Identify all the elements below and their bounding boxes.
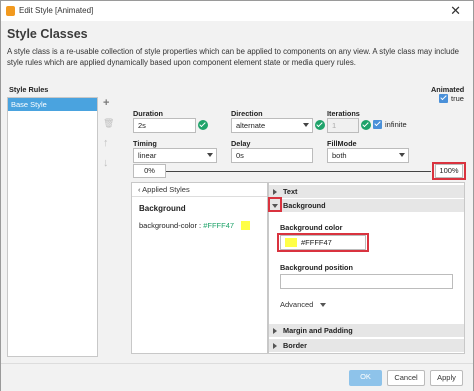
applied-property-name: background-color : [139, 221, 202, 230]
bg-position-label: Background position [280, 263, 353, 272]
iterations-label: Iterations [327, 109, 360, 118]
close-icon[interactable]: ✕ [450, 3, 461, 19]
section-border-label: Border [283, 341, 307, 350]
fillmode-label: FillMode [327, 139, 357, 148]
chevron-right-icon [273, 189, 277, 195]
app-icon [6, 6, 15, 16]
style-rules-label: Style Rules [9, 85, 49, 94]
animated-value: true [451, 94, 464, 103]
direction-label: Direction [231, 109, 263, 118]
section-border[interactable]: Border [269, 339, 464, 352]
applied-section-title: Background [139, 204, 186, 213]
list-item[interactable]: Base Style [8, 98, 97, 111]
chevron-down-icon [303, 123, 309, 127]
section-background[interactable]: Background [269, 199, 464, 212]
section-margin-padding[interactable]: Margin and Padding [269, 324, 464, 337]
bg-position-field[interactable] [280, 274, 453, 289]
section-text[interactable]: Text [269, 185, 464, 198]
edit-style-dialog: Edit Style [Animated] ✕ Style Classes A … [0, 0, 474, 391]
timeline-start[interactable]: 0% [133, 164, 166, 178]
iterations-field[interactable]: 1 [327, 118, 359, 133]
timing-value: linear [138, 151, 157, 160]
style-rules-list[interactable]: Base Style [7, 97, 98, 357]
applied-styles-panel: ‹ Applied Styles Background background-c… [131, 182, 268, 354]
section-margin-label: Margin and Padding [283, 326, 353, 335]
property-editor-panel: Text Background Background color #FFFF47… [268, 182, 465, 354]
delay-value: 0s [236, 151, 244, 160]
timing-select[interactable]: linear [133, 148, 217, 163]
infinite-checkbox[interactable] [373, 120, 382, 129]
delay-label: Delay [231, 139, 251, 148]
chevron-down-icon [207, 153, 213, 157]
move-up-icon[interactable]: ↑ [103, 138, 109, 149]
advanced-label: Advanced [280, 300, 314, 309]
infinite-label: infinite [385, 120, 407, 129]
move-down-icon[interactable]: ↓ [103, 158, 109, 169]
title-bar: Edit Style [Animated] ✕ [1, 1, 473, 21]
page-title: Style Classes [7, 27, 88, 41]
delay-field[interactable]: 0s [231, 148, 313, 163]
color-swatch [241, 221, 250, 230]
applied-property-row: background-color : #FFFF47 [139, 221, 234, 230]
cancel-button[interactable]: Cancel [387, 370, 425, 386]
add-rule-button[interactable]: + [103, 98, 109, 109]
iterations-valid-icon [361, 120, 371, 130]
chevron-down-icon [320, 303, 326, 307]
bg-color-label: Background color [280, 223, 343, 232]
dialog-footer: OK Cancel Apply [1, 363, 473, 391]
advanced-toggle[interactable]: Advanced [280, 300, 326, 309]
animated-label: Animated [431, 85, 465, 94]
duration-value: 2s [138, 121, 146, 130]
timing-label: Timing [133, 139, 157, 148]
animated-checkbox[interactable] [439, 94, 448, 103]
ok-button[interactable]: OK [349, 370, 382, 386]
header-description: A style class is a re-usable collection … [7, 47, 460, 67]
duration-valid-icon [198, 120, 208, 130]
direction-valid-icon [315, 120, 325, 130]
section-background-label: Background [283, 201, 326, 210]
iterations-value: 1 [332, 121, 337, 130]
apply-button[interactable]: Apply [430, 370, 463, 386]
applied-property-value: #FFFF47 [203, 221, 235, 230]
highlight-expand-toggle [268, 197, 282, 212]
highlight-end-keyframe [432, 162, 466, 180]
chevron-right-icon [273, 343, 277, 349]
fillmode-select[interactable]: both [327, 148, 409, 163]
highlight-bg-color [277, 233, 369, 252]
duration-field[interactable]: 2s [133, 118, 196, 133]
fillmode-value: both [332, 151, 347, 160]
dialog-header: Style Classes A style class is a re-usab… [1, 21, 473, 93]
window-title: Edit Style [Animated] [19, 6, 94, 15]
timeline-track[interactable] [166, 171, 431, 172]
section-text-label: Text [283, 187, 298, 196]
chevron-down-icon [399, 153, 405, 157]
direction-value: alternate [236, 121, 266, 130]
chevron-right-icon [273, 328, 277, 334]
delete-rule-icon[interactable]: 🗑 [103, 118, 114, 129]
direction-select[interactable]: alternate [231, 118, 313, 133]
applied-styles-back[interactable]: ‹ Applied Styles [132, 183, 267, 197]
duration-label: Duration [133, 109, 163, 118]
